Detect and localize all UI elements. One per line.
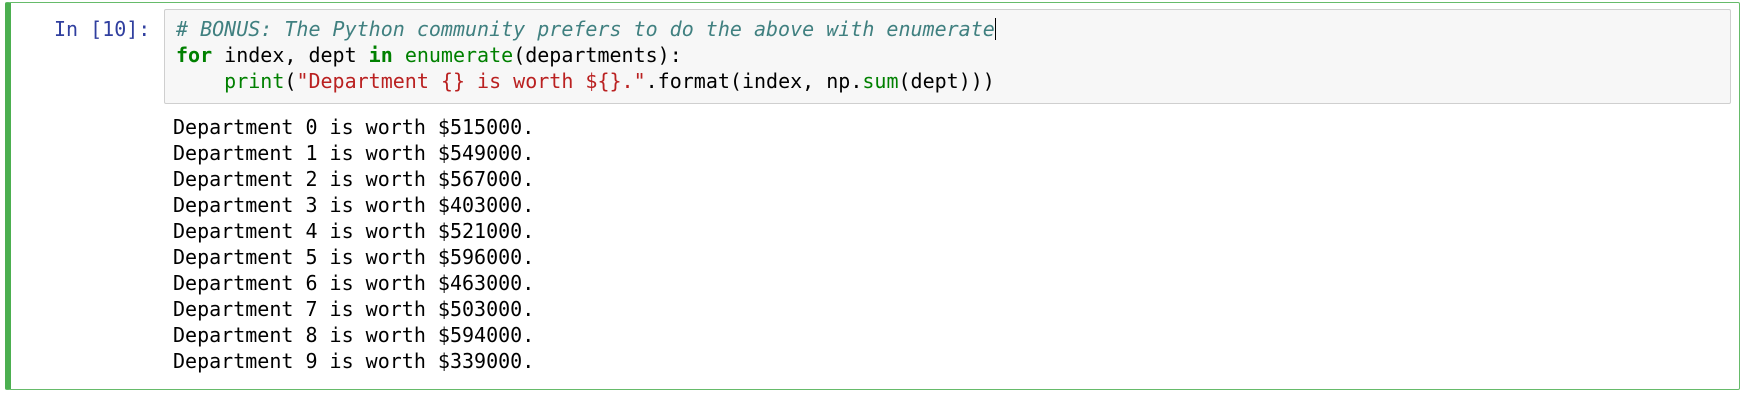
text-cursor (994, 18, 996, 40)
code-token-builtin: print (224, 69, 285, 93)
output-line: Department 5 is worth $596000. (173, 245, 535, 269)
code-line[interactable]: for index, dept in enumerate(departments… (176, 42, 996, 68)
output-line: Department 3 is worth $403000. (173, 193, 535, 217)
code-token-plain: index, dept (212, 43, 369, 67)
code-token-comment: # BONUS: The Python community prefers to… (176, 17, 995, 41)
output-line: Department 1 is worth $549000. (173, 141, 535, 165)
code-token-builtin: enumerate (404, 43, 514, 67)
output-line: Department 6 is worth $463000. (173, 271, 535, 295)
code-editor[interactable]: # BONUS: The Python community prefers to… (164, 9, 1731, 104)
code-content[interactable]: # BONUS: The Python community prefers to… (176, 16, 996, 94)
code-token-plain: (departments): (513, 43, 682, 67)
output-line: Department 9 is worth $339000. (173, 349, 535, 373)
code-token-plain: ( (284, 69, 297, 93)
output-line: Department 2 is worth $567000. (173, 167, 535, 191)
code-token-kw: for (176, 43, 213, 67)
code-line[interactable]: # BONUS: The Python community prefers to… (176, 16, 996, 42)
output-line: Department 7 is worth $503000. (173, 297, 535, 321)
output-line: Department 8 is worth $594000. (173, 323, 535, 347)
code-token-str: "Department {} is worth ${}." (296, 69, 646, 93)
code-token-plain: (dept))) (898, 69, 995, 93)
input-prompt: In [10]: (54, 17, 151, 41)
code-token-kw: in (368, 43, 393, 67)
code-token-plain: .format(index, np. (645, 69, 863, 93)
code-line[interactable]: print("Department {} is worth ${}.".form… (176, 68, 996, 94)
cell-output: Department 0 is worth $515000. Department… (173, 114, 534, 374)
code-token-builtin: sum (862, 69, 899, 93)
output-line: Department 0 is worth $515000. (173, 115, 535, 139)
output-line: Department 4 is worth $521000. (173, 219, 535, 243)
